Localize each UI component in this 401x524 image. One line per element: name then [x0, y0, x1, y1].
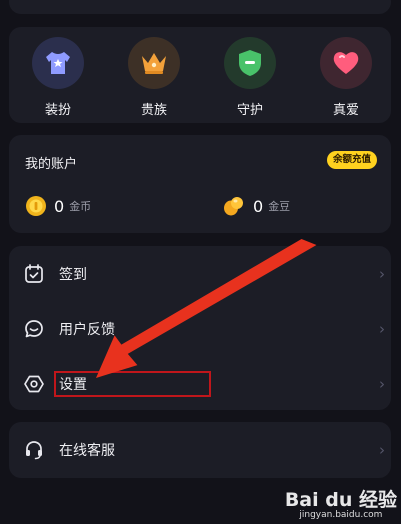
annotation-arrow [96, 239, 317, 378]
annotation-overlay [54, 239, 317, 397]
watermark-main: Bai du 经验 [284, 489, 397, 511]
baidu-jingyan-watermark: Bai du 经验 jingyan.baidu.com [285, 485, 397, 520]
highlight-box [54, 371, 211, 397]
watermark-url: jingyan.baidu.com [299, 510, 383, 520]
